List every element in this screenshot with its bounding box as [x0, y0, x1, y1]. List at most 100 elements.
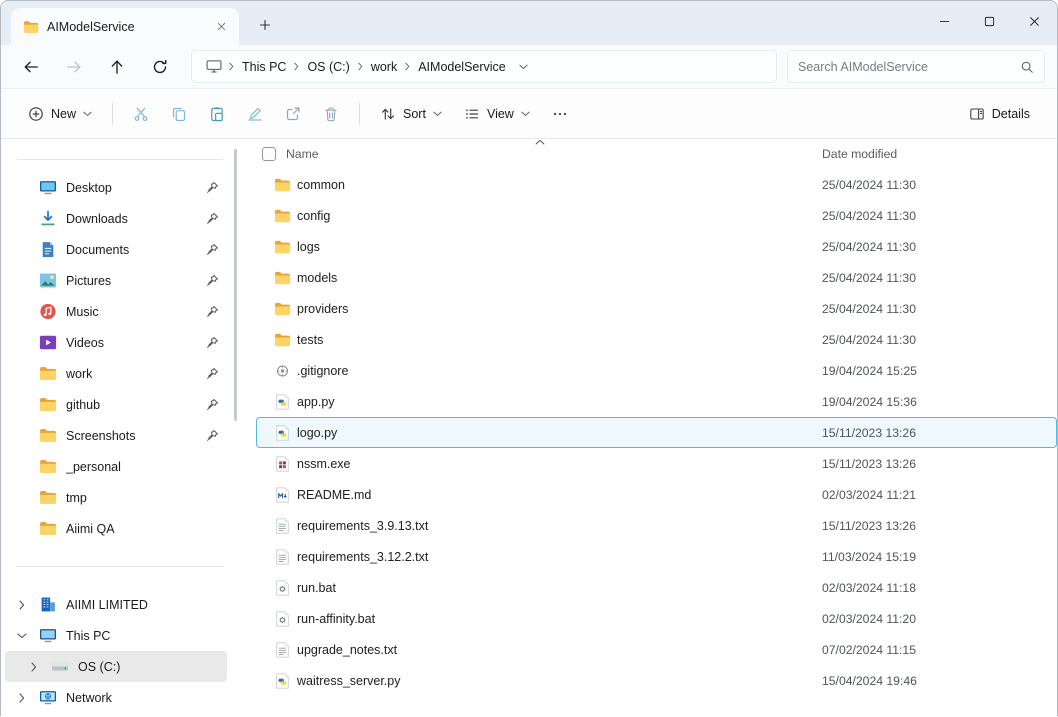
- chevron-icon[interactable]: [15, 693, 39, 703]
- sidebar-divider: [17, 566, 223, 567]
- search-icon[interactable]: [1020, 60, 1034, 74]
- text-icon: [274, 518, 291, 534]
- sidebar-item-videos[interactable]: Videos: [5, 327, 227, 358]
- paste-button[interactable]: [198, 97, 236, 131]
- sort-icon: [380, 106, 396, 122]
- file-name: requirements_3.9.13.txt: [297, 519, 822, 533]
- address-bar[interactable]: This PC OS (C:) work AIModelService: [191, 50, 777, 83]
- column-header-name[interactable]: Name: [286, 147, 822, 161]
- refresh-button[interactable]: [142, 50, 178, 84]
- content-area: Desktop Downloads Documents Pictures Mus…: [1, 139, 1057, 717]
- details-button[interactable]: Details: [958, 97, 1041, 131]
- tab-close-icon[interactable]: [211, 17, 231, 37]
- share-button[interactable]: [274, 97, 312, 131]
- sidebar-item-desktop[interactable]: Desktop: [5, 172, 227, 203]
- sidebar-item-aiimi-qa[interactable]: Aiimi QA: [5, 513, 227, 544]
- breadcrumb-aimodelservice[interactable]: AIModelService: [411, 56, 513, 78]
- sidebar-item-os-c[interactable]: OS (C:): [5, 651, 227, 682]
- sidebar-item-tmp[interactable]: tmp: [5, 482, 227, 513]
- new-tab-button[interactable]: [251, 11, 279, 39]
- rename-button[interactable]: [236, 97, 274, 131]
- sidebar-item-aiimi-limited[interactable]: AIIMI LIMITED: [5, 589, 227, 620]
- chevron-down-icon: [83, 111, 92, 117]
- breadcrumb-this-pc[interactable]: This PC: [235, 56, 293, 78]
- folder-icon: [39, 396, 57, 413]
- up-button[interactable]: [99, 50, 135, 84]
- sidebar-item-personal[interactable]: _personal: [5, 451, 227, 482]
- back-button[interactable]: [13, 50, 49, 84]
- file-row-nssm-exe[interactable]: nssm.exe 15/11/2023 13:26: [256, 448, 1057, 479]
- folder-icon: [274, 301, 291, 317]
- folder-icon: [274, 177, 291, 193]
- chevron-icon[interactable]: [15, 631, 39, 641]
- copy-button[interactable]: [160, 97, 198, 131]
- search-box[interactable]: [787, 50, 1045, 83]
- file-row-logs[interactable]: logs 25/04/2024 11:30: [256, 231, 1057, 262]
- chevron-icon[interactable]: [27, 662, 51, 672]
- business-icon: [39, 596, 57, 613]
- file-name: README.md: [297, 488, 822, 502]
- plus-icon: [259, 19, 271, 31]
- chevron-icon[interactable]: [15, 600, 39, 610]
- view-icon: [464, 106, 480, 122]
- file-row-run-bat[interactable]: run.bat 02/03/2024 11:18: [256, 572, 1057, 603]
- new-button[interactable]: New: [17, 97, 103, 131]
- file-row-run-affinity-bat[interactable]: run-affinity.bat 02/03/2024 11:20: [256, 603, 1057, 634]
- file-name: upgrade_notes.txt: [297, 643, 822, 657]
- breadcrumb-separator-icon: [228, 62, 235, 71]
- minimize-button[interactable]: [922, 1, 967, 41]
- videos-icon: [39, 334, 57, 351]
- file-row-providers[interactable]: providers 25/04/2024 11:30: [256, 293, 1057, 324]
- more-options-button[interactable]: [541, 97, 579, 131]
- file-row-upgrade-notes-txt[interactable]: upgrade_notes.txt 07/02/2024 11:15: [256, 634, 1057, 665]
- breadcrumb-os-c[interactable]: OS (C:): [300, 56, 356, 78]
- cut-button[interactable]: [122, 97, 160, 131]
- file-row-gitignore[interactable]: .gitignore 19/04/2024 15:25: [256, 355, 1057, 386]
- file-explorer-window: { "colors": { "accent": "#0067c0", "titl…: [0, 0, 1058, 716]
- file-row-config[interactable]: config 25/04/2024 11:30: [256, 200, 1057, 231]
- file-row-app-py[interactable]: app.py 19/04/2024 15:36: [256, 386, 1057, 417]
- select-all-checkbox[interactable]: [262, 147, 276, 161]
- sidebar-item-github[interactable]: github: [5, 389, 227, 420]
- pinned-icon: [206, 336, 219, 349]
- file-row-logo-py[interactable]: logo.py 15/11/2023 13:26: [256, 417, 1057, 448]
- sidebar-item-network[interactable]: Network: [5, 682, 227, 713]
- file-row-models[interactable]: models 25/04/2024 11:30: [256, 262, 1057, 293]
- file-row-requirements-3-9-13-txt[interactable]: requirements_3.9.13.txt 15/11/2023 13:26: [256, 510, 1057, 541]
- sidebar-item-screenshots[interactable]: Screenshots: [5, 420, 227, 451]
- toolbar-divider: [112, 103, 113, 125]
- file-date-modified: 25/04/2024 11:30: [822, 209, 916, 223]
- file-name: common: [297, 178, 822, 192]
- sidebar-scrollbar[interactable]: [234, 149, 237, 421]
- maximize-button[interactable]: [967, 1, 1012, 41]
- sort-button[interactable]: Sort: [369, 97, 453, 131]
- sidebar-item-pictures[interactable]: Pictures: [5, 265, 227, 296]
- file-row-tests[interactable]: tests 25/04/2024 11:30: [256, 324, 1057, 355]
- view-button[interactable]: View: [453, 97, 541, 131]
- python-icon: [274, 673, 291, 689]
- sidebar-item-music[interactable]: Music: [5, 296, 227, 327]
- sidebar-item-documents[interactable]: Documents: [5, 234, 227, 265]
- folder-icon: [274, 332, 291, 348]
- this-pc-icon[interactable]: [200, 60, 228, 73]
- file-date-modified: 19/04/2024 15:36: [822, 395, 917, 409]
- file-name: logs: [297, 240, 822, 254]
- search-input[interactable]: [798, 60, 1020, 74]
- file-row-waitress-server-py[interactable]: waitress_server.py 15/04/2024 19:46: [256, 665, 1057, 696]
- sidebar-item-this-pc[interactable]: This PC: [5, 620, 227, 651]
- delete-button[interactable]: [312, 97, 350, 131]
- forward-button[interactable]: [56, 50, 92, 84]
- sidebar-item-work[interactable]: work: [5, 358, 227, 389]
- view-label: View: [487, 107, 514, 121]
- breadcrumb-work[interactable]: work: [364, 56, 404, 78]
- sidebar-item-downloads[interactable]: Downloads: [5, 203, 227, 234]
- file-row-requirements-3-12-2-txt[interactable]: requirements_3.12.2.txt 11/03/2024 15:19: [256, 541, 1057, 572]
- file-row-common[interactable]: common 25/04/2024 11:30: [256, 169, 1057, 200]
- file-row-readme-md[interactable]: README.md 02/03/2024 11:21: [256, 479, 1057, 510]
- tab-title: AIModelService: [47, 20, 203, 34]
- column-header-date-modified[interactable]: Date modified: [822, 147, 897, 161]
- explorer-tab[interactable]: AIModelService: [11, 8, 239, 45]
- breadcrumb-dropdown-icon[interactable]: [513, 64, 534, 70]
- close-button[interactable]: [1012, 1, 1057, 41]
- drive-icon: [51, 658, 69, 675]
